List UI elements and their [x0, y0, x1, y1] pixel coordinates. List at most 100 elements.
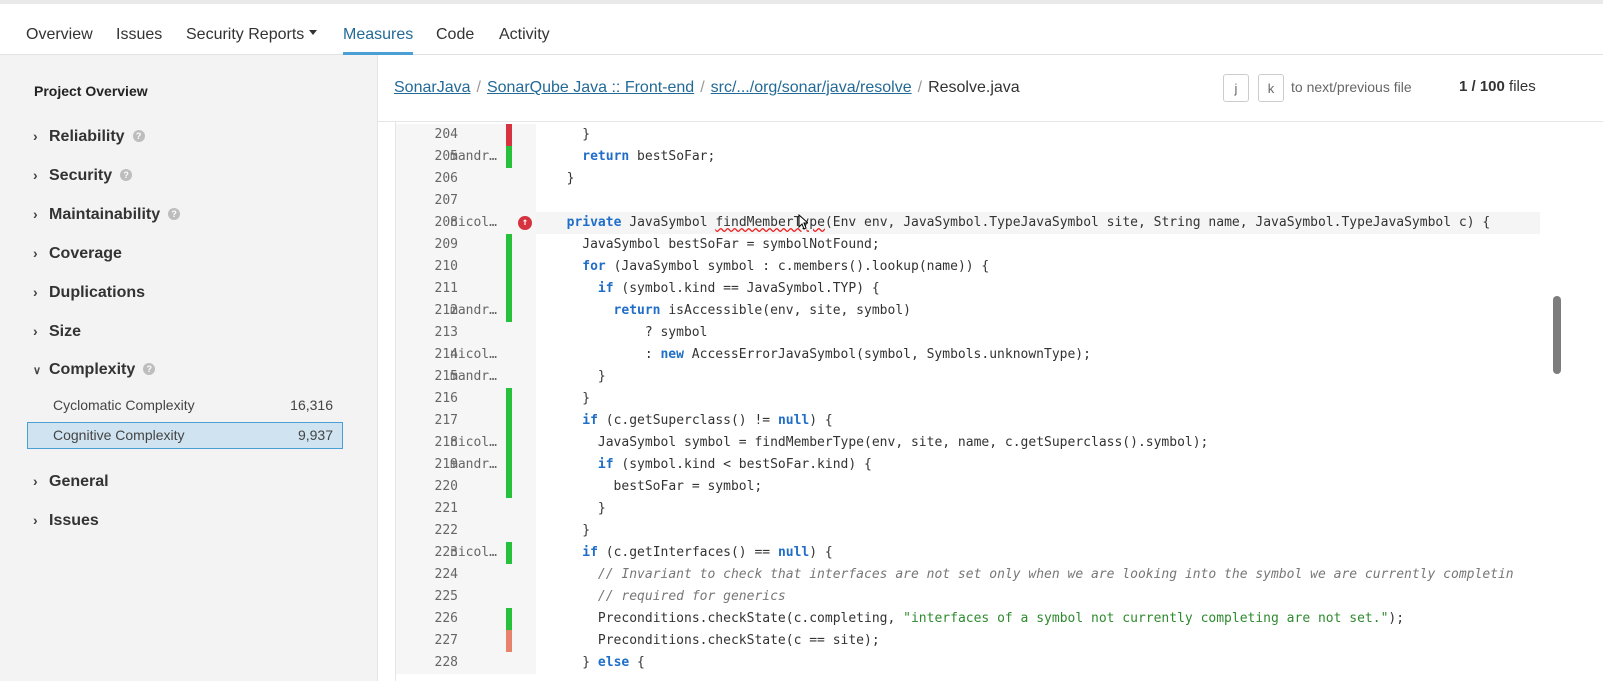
- metric-label: Cognitive Complexity: [53, 427, 185, 443]
- scm-blame[interactable]: mandr…: [450, 454, 506, 476]
- line-number[interactable]: 216: [396, 388, 458, 410]
- tab-code[interactable]: Code: [436, 26, 474, 44]
- issue-icon[interactable]: ↑: [518, 216, 532, 230]
- sidebar-item-general[interactable]: › General: [33, 470, 109, 492]
- scm-blame[interactable]: [458, 652, 506, 674]
- line-number[interactable]: 208: [396, 212, 458, 234]
- line-number[interactable]: 222: [396, 520, 458, 542]
- line-number[interactable]: 212: [396, 300, 458, 322]
- scm-blame[interactable]: [458, 410, 506, 432]
- line-number[interactable]: 210: [396, 256, 458, 278]
- line-number[interactable]: 227: [396, 630, 458, 652]
- scm-blame[interactable]: nicol…: [450, 542, 506, 564]
- line-number[interactable]: 226: [396, 608, 458, 630]
- scm-blame[interactable]: [458, 388, 506, 410]
- scm-blame[interactable]: [458, 256, 506, 278]
- sidebar-item-issues[interactable]: › Issues: [33, 509, 99, 531]
- scm-blame[interactable]: [458, 190, 506, 212]
- line-number[interactable]: 215: [396, 366, 458, 388]
- scrollbar-track: [1540, 122, 1603, 681]
- line-number[interactable]: 224: [396, 564, 458, 586]
- line-number[interactable]: 221: [396, 498, 458, 520]
- scm-author: mandr…: [450, 149, 497, 164]
- sidebar-item-reliability[interactable]: › Reliability?: [33, 125, 145, 147]
- sidebar-item-duplications[interactable]: › Duplications: [33, 281, 145, 303]
- sidebar-item-security[interactable]: › Security?: [33, 164, 133, 186]
- scm-blame[interactable]: [458, 168, 506, 190]
- line-number[interactable]: 211: [396, 278, 458, 300]
- sidebar-item-label: Duplications: [49, 284, 146, 301]
- code-line: 206}: [396, 168, 1541, 190]
- sidebar-item-size[interactable]: › Size: [33, 320, 81, 342]
- file-count-value: 1 / 100: [1459, 78, 1505, 95]
- scm-blame[interactable]: nicol…: [450, 212, 506, 234]
- code-text: // Invariant to check that interfaces ar…: [597, 567, 1514, 582]
- line-number[interactable]: 214: [396, 344, 458, 366]
- breadcrumb-project[interactable]: SonarJava: [394, 79, 471, 96]
- scm-blame[interactable]: [458, 124, 506, 146]
- scrollbar-thumb[interactable]: [1553, 296, 1561, 374]
- scm-blame[interactable]: [458, 520, 506, 542]
- file-count: 1 / 100 files: [1459, 78, 1536, 95]
- next-file-key[interactable]: j: [1223, 74, 1249, 102]
- metric-cognitive-complexity[interactable]: Cognitive Complexity 9,937: [27, 422, 343, 449]
- metric-value: 9,937: [297, 427, 333, 443]
- scm-blame[interactable]: mandr…: [450, 300, 506, 322]
- previous-file-key[interactable]: k: [1258, 74, 1284, 102]
- sidebar-item-maintainability[interactable]: › Maintainability?: [33, 203, 181, 225]
- issue-gutter: [512, 190, 536, 212]
- line-number[interactable]: 206: [396, 168, 458, 190]
- metric-cyclomatic-complexity[interactable]: Cyclomatic Complexity 16,316: [27, 392, 343, 419]
- line-number[interactable]: 217: [396, 410, 458, 432]
- line-number[interactable]: 213: [396, 322, 458, 344]
- line-number[interactable]: 228: [396, 652, 458, 674]
- line-number[interactable]: 205: [396, 146, 458, 168]
- scm-author: mandr…: [450, 369, 497, 384]
- breadcrumb-directory[interactable]: src/.../org/sonar/java/resolve: [711, 79, 912, 96]
- issue-gutter: [512, 608, 536, 630]
- code-line: 207: [396, 190, 1541, 212]
- tab-security-reports[interactable]: Security Reports: [186, 26, 318, 44]
- scm-blame[interactable]: [458, 608, 506, 630]
- scm-blame[interactable]: [458, 498, 506, 520]
- scm-blame[interactable]: [458, 476, 506, 498]
- scm-blame[interactable]: mandr…: [450, 366, 506, 388]
- line-number[interactable]: 204: [396, 124, 458, 146]
- scm-blame[interactable]: [458, 586, 506, 608]
- breadcrumb-module[interactable]: SonarQube Java :: Front-end: [487, 79, 694, 96]
- line-number[interactable]: 207: [396, 190, 458, 212]
- caret-down-icon: [309, 30, 318, 36]
- breadcrumb-separator: /: [917, 79, 923, 96]
- scm-blame[interactable]: nicol…: [450, 432, 506, 454]
- help-icon[interactable]: ?: [143, 362, 156, 375]
- tab-activity[interactable]: Activity: [499, 26, 550, 44]
- line-number[interactable]: 209: [396, 234, 458, 256]
- file-count-suffix: files: [1509, 78, 1536, 95]
- line-number[interactable]: 218: [396, 432, 458, 454]
- scm-blame[interactable]: mandr…: [450, 146, 506, 168]
- tab-issues[interactable]: Issues: [116, 26, 162, 44]
- issue-gutter: [512, 410, 536, 432]
- scm-blame[interactable]: [458, 564, 506, 586]
- chevron-right-icon: ›: [33, 473, 38, 489]
- scm-blame[interactable]: [458, 630, 506, 652]
- code-line: 217 if (c.getSuperclass() != null) {: [396, 410, 1541, 432]
- line-number[interactable]: 225: [396, 586, 458, 608]
- help-icon[interactable]: ?: [168, 207, 181, 220]
- scm-blame[interactable]: [458, 322, 506, 344]
- issue-gutter: [512, 498, 536, 520]
- sidebar-item-complexity[interactable]: ∨ Complexity?: [33, 359, 156, 381]
- tab-measures[interactable]: Measures: [343, 26, 414, 55]
- line-number[interactable]: 219: [396, 454, 458, 476]
- scm-blame[interactable]: [458, 234, 506, 256]
- scm-blame[interactable]: nicol…: [450, 344, 506, 366]
- issue-gutter: ↑: [512, 212, 536, 234]
- help-icon[interactable]: ?: [132, 129, 145, 142]
- line-number[interactable]: 220: [396, 476, 458, 498]
- metric-label: Cyclomatic Complexity: [53, 397, 195, 413]
- sidebar-item-coverage[interactable]: › Coverage: [33, 242, 122, 264]
- tab-overview[interactable]: Overview: [26, 26, 93, 44]
- line-number[interactable]: 223: [396, 542, 458, 564]
- scm-blame[interactable]: [458, 278, 506, 300]
- help-icon[interactable]: ?: [120, 168, 133, 181]
